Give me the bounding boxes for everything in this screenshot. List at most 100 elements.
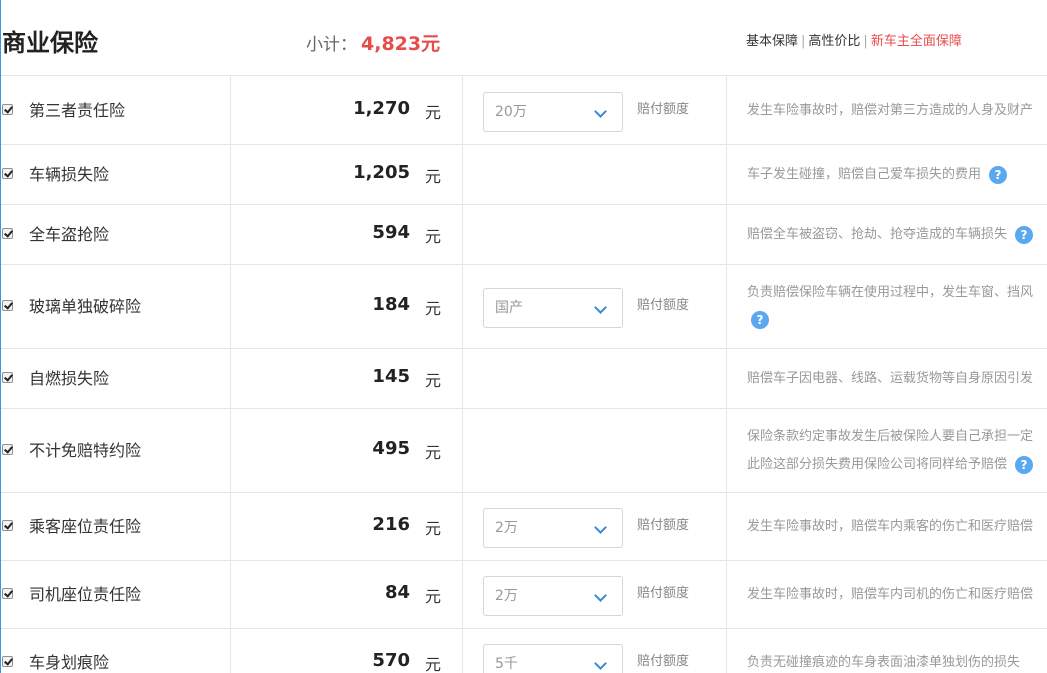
description-text: 赔偿车子因电器、线路、运载货物等自身原因引发 xyxy=(747,371,1034,386)
description-line: 赔偿车子因电器、线路、运载货物等自身原因引发 xyxy=(747,365,1047,393)
insurance-price: 594 xyxy=(372,222,410,243)
description-text: 发生车险事故时，赔偿车内司机的伤亡和医疗赔偿 xyxy=(747,587,1034,602)
coverage-amount-select[interactable]: 2万 xyxy=(483,576,623,616)
chevron-down-icon xyxy=(594,521,607,534)
description-line: 车子发生碰撞，赔偿自己爱车损失的费用? xyxy=(747,161,1047,189)
insurance-price: 570 xyxy=(372,650,410,671)
insurance-price: 184 xyxy=(372,294,410,315)
price-unit: 元 xyxy=(425,299,442,318)
insurance-description: 发生车险事故时，赔偿车内司机的伤亡和医疗赔偿 xyxy=(747,581,1047,609)
chevron-down-icon xyxy=(594,589,607,602)
help-icon[interactable]: ? xyxy=(989,165,1008,184)
insurance-checkbox[interactable] xyxy=(2,444,13,455)
insurance-price: 216 xyxy=(372,514,410,535)
description-text: 赔偿全车被盗窃、抢劫、抢夺造成的车辆损失 xyxy=(747,227,1008,242)
description-text: 此险这部分损失费用保险公司将同样给予赔偿 xyxy=(747,457,1008,472)
coverage-amount-label: 赔付额度 xyxy=(637,101,690,117)
column-divider xyxy=(230,76,231,673)
description-text: 车子发生碰撞，赔偿自己爱车损失的费用 xyxy=(747,167,982,182)
insurance-description: 车子发生碰撞，赔偿自己爱车损失的费用? xyxy=(747,161,1047,189)
insurance-name: 乘客座位责任险 xyxy=(29,517,142,536)
subtotal-value: 4,823元 xyxy=(361,33,441,55)
insurance-row: 车辆损失险 1,205 元 车子发生碰撞，赔偿自己爱车损失的费用? xyxy=(0,145,1047,205)
subtotal-label: 小计： xyxy=(306,35,357,55)
insurance-checkbox[interactable] xyxy=(2,228,13,239)
description-line: 赔偿全车被盗窃、抢劫、抢夺造成的车辆损失? xyxy=(747,221,1047,249)
insurance-price: 1,270 xyxy=(353,97,410,119)
insurance-row: 第三者责任险 1,270 元 20万 赔付额度 发生车险事故时，赔偿对第三方造成的人身… xyxy=(0,76,1047,145)
plan-separator: | xyxy=(801,34,806,49)
coverage-amount-select[interactable]: 5千 xyxy=(483,644,623,673)
insurance-name: 不计免赔特约险 xyxy=(29,441,142,460)
insurance-name: 自燃损失险 xyxy=(29,369,110,388)
plan-basic[interactable]: 基本保障 xyxy=(746,34,798,49)
insurance-description: 负责赔偿保险车辆在使用过程中，发生车窗、挡风 xyxy=(747,279,1047,307)
insurance-price: 495 xyxy=(372,438,410,459)
insurance-checkbox[interactable] xyxy=(2,588,13,599)
insurance-description: 负责无碰撞痕迹的车身表面油漆单独划伤的损失 xyxy=(747,649,1047,673)
insurance-name: 玻璃单独破碎险 xyxy=(29,297,142,316)
coverage-amount-select[interactable]: 国产 xyxy=(483,288,623,328)
insurance-checkbox[interactable] xyxy=(2,103,13,115)
subtotal: 小计： 4,823元 xyxy=(306,32,440,57)
page-title: 商业保险 xyxy=(2,29,98,57)
insurance-row: 乘客座位责任险 216 元 2万 赔付额度 发生车险事故时，赔偿车内乘客的伤亡和医疗赔… xyxy=(0,493,1047,561)
commercial-insurance-panel: 商业保险 小计： 4,823元 基本保障 | 高性价比 | 新车主全面保障 第三者责任险 1… xyxy=(0,0,1047,673)
insurance-description: 赔偿车子因电器、线路、运载货物等自身原因引发 xyxy=(747,365,1047,393)
plan-separator: | xyxy=(863,34,868,49)
description-text: 负责赔偿保险车辆在使用过程中，发生车窗、挡风 xyxy=(747,285,1034,300)
description-line: 负责赔偿保险车辆在使用过程中，发生车窗、挡风 xyxy=(747,279,1047,307)
insurance-description: 发生车险事故时，赔偿车内乘客的伤亡和医疗赔偿 xyxy=(747,513,1047,541)
insurance-name: 车身划痕险 xyxy=(29,653,110,672)
insurance-checkbox[interactable] xyxy=(2,520,13,531)
price-unit: 元 xyxy=(425,167,442,186)
coverage-amount-value: 2万 xyxy=(495,520,518,536)
insurance-checkbox[interactable] xyxy=(2,372,13,383)
plan-switcher: 基本保障 | 高性价比 | 新车主全面保障 xyxy=(746,33,962,51)
insurance-name: 车辆损失险 xyxy=(29,165,110,184)
plan-new-owner-full[interactable]: 新车主全面保障 xyxy=(871,34,962,49)
left-accent-border xyxy=(0,0,1,673)
description-text: 发生车险事故时，赔偿车内乘客的伤亡和医疗赔偿 xyxy=(747,519,1034,534)
coverage-amount-select[interactable]: 20万 xyxy=(483,91,623,132)
insurance-description: 发生车险事故时，赔偿对第三方造成的人身及财产 xyxy=(747,97,1047,125)
price-unit: 元 xyxy=(425,655,442,673)
help-icon[interactable]: ? xyxy=(751,311,769,329)
plan-value[interactable]: 高性价比 xyxy=(808,34,860,49)
coverage-amount-value: 5千 xyxy=(495,656,518,672)
description-text: 发生车险事故时，赔偿对第三方造成的人身及财产 xyxy=(747,102,1034,118)
column-divider xyxy=(726,76,727,673)
insurance-checkbox[interactable] xyxy=(2,300,13,311)
description-text: 保险条款约定事故发生后被保险人要自己承担一定 xyxy=(747,429,1034,444)
insurance-row: 自燃损失险 145 元 赔偿车子因电器、线路、运载货物等自身原因引发 xyxy=(0,349,1047,409)
insurance-price: 145 xyxy=(372,366,410,387)
insurance-price: 84 xyxy=(384,582,410,603)
help-icon[interactable]: ? xyxy=(1015,455,1034,474)
coverage-amount-label: 赔付额度 xyxy=(637,298,690,313)
price-unit: 元 xyxy=(425,519,442,538)
column-divider xyxy=(462,76,463,673)
insurance-checkbox[interactable] xyxy=(2,168,13,179)
panel-header: 商业保险 小计： 4,823元 基本保障 | 高性价比 | 新车主全面保障 xyxy=(0,0,1047,76)
price-unit: 元 xyxy=(425,227,442,246)
description-line: 此险这部分损失费用保险公司将同样给予赔偿? xyxy=(747,451,1047,479)
insurance-description: 保险条款约定事故发生后被保险人要自己承担一定 此险这部分损失费用保险公司将同样给予… xyxy=(747,423,1047,479)
coverage-amount-label: 赔付额度 xyxy=(637,654,690,669)
description-line: 负责无碰撞痕迹的车身表面油漆单独划伤的损失 xyxy=(747,649,1047,673)
insurance-name: 司机座位责任险 xyxy=(29,585,142,604)
coverage-amount-label: 赔付额度 xyxy=(637,518,690,533)
help-icon[interactable]: ? xyxy=(1015,225,1034,244)
insurance-checkbox[interactable] xyxy=(2,656,13,667)
price-unit: 元 xyxy=(425,587,442,606)
insurance-name: 第三者责任险 xyxy=(29,100,126,120)
description-line: 发生车险事故时，赔偿车内乘客的伤亡和医疗赔偿 xyxy=(747,513,1047,541)
insurance-row: 玻璃单独破碎险 184 元 国产 赔付额度 负责赔偿保险车辆在使用过程中，发生车窗、挡… xyxy=(0,265,1047,349)
coverage-amount-label: 赔付额度 xyxy=(637,586,690,601)
description-line: 发生车险事故时，赔偿对第三方造成的人身及财产 xyxy=(747,97,1047,125)
insurance-price: 1,205 xyxy=(353,162,410,183)
coverage-amount-select[interactable]: 2万 xyxy=(483,508,623,548)
insurance-description: 赔偿全车被盗窃、抢劫、抢夺造成的车辆损失? xyxy=(747,221,1047,249)
description-text: 负责无碰撞痕迹的车身表面油漆单独划伤的损失 xyxy=(747,655,1021,670)
insurance-row: 全车盗抢险 594 元 赔偿全车被盗窃、抢劫、抢夺造成的车辆损失? xyxy=(0,205,1047,265)
description-line: 发生车险事故时，赔偿车内司机的伤亡和医疗赔偿 xyxy=(747,581,1047,609)
